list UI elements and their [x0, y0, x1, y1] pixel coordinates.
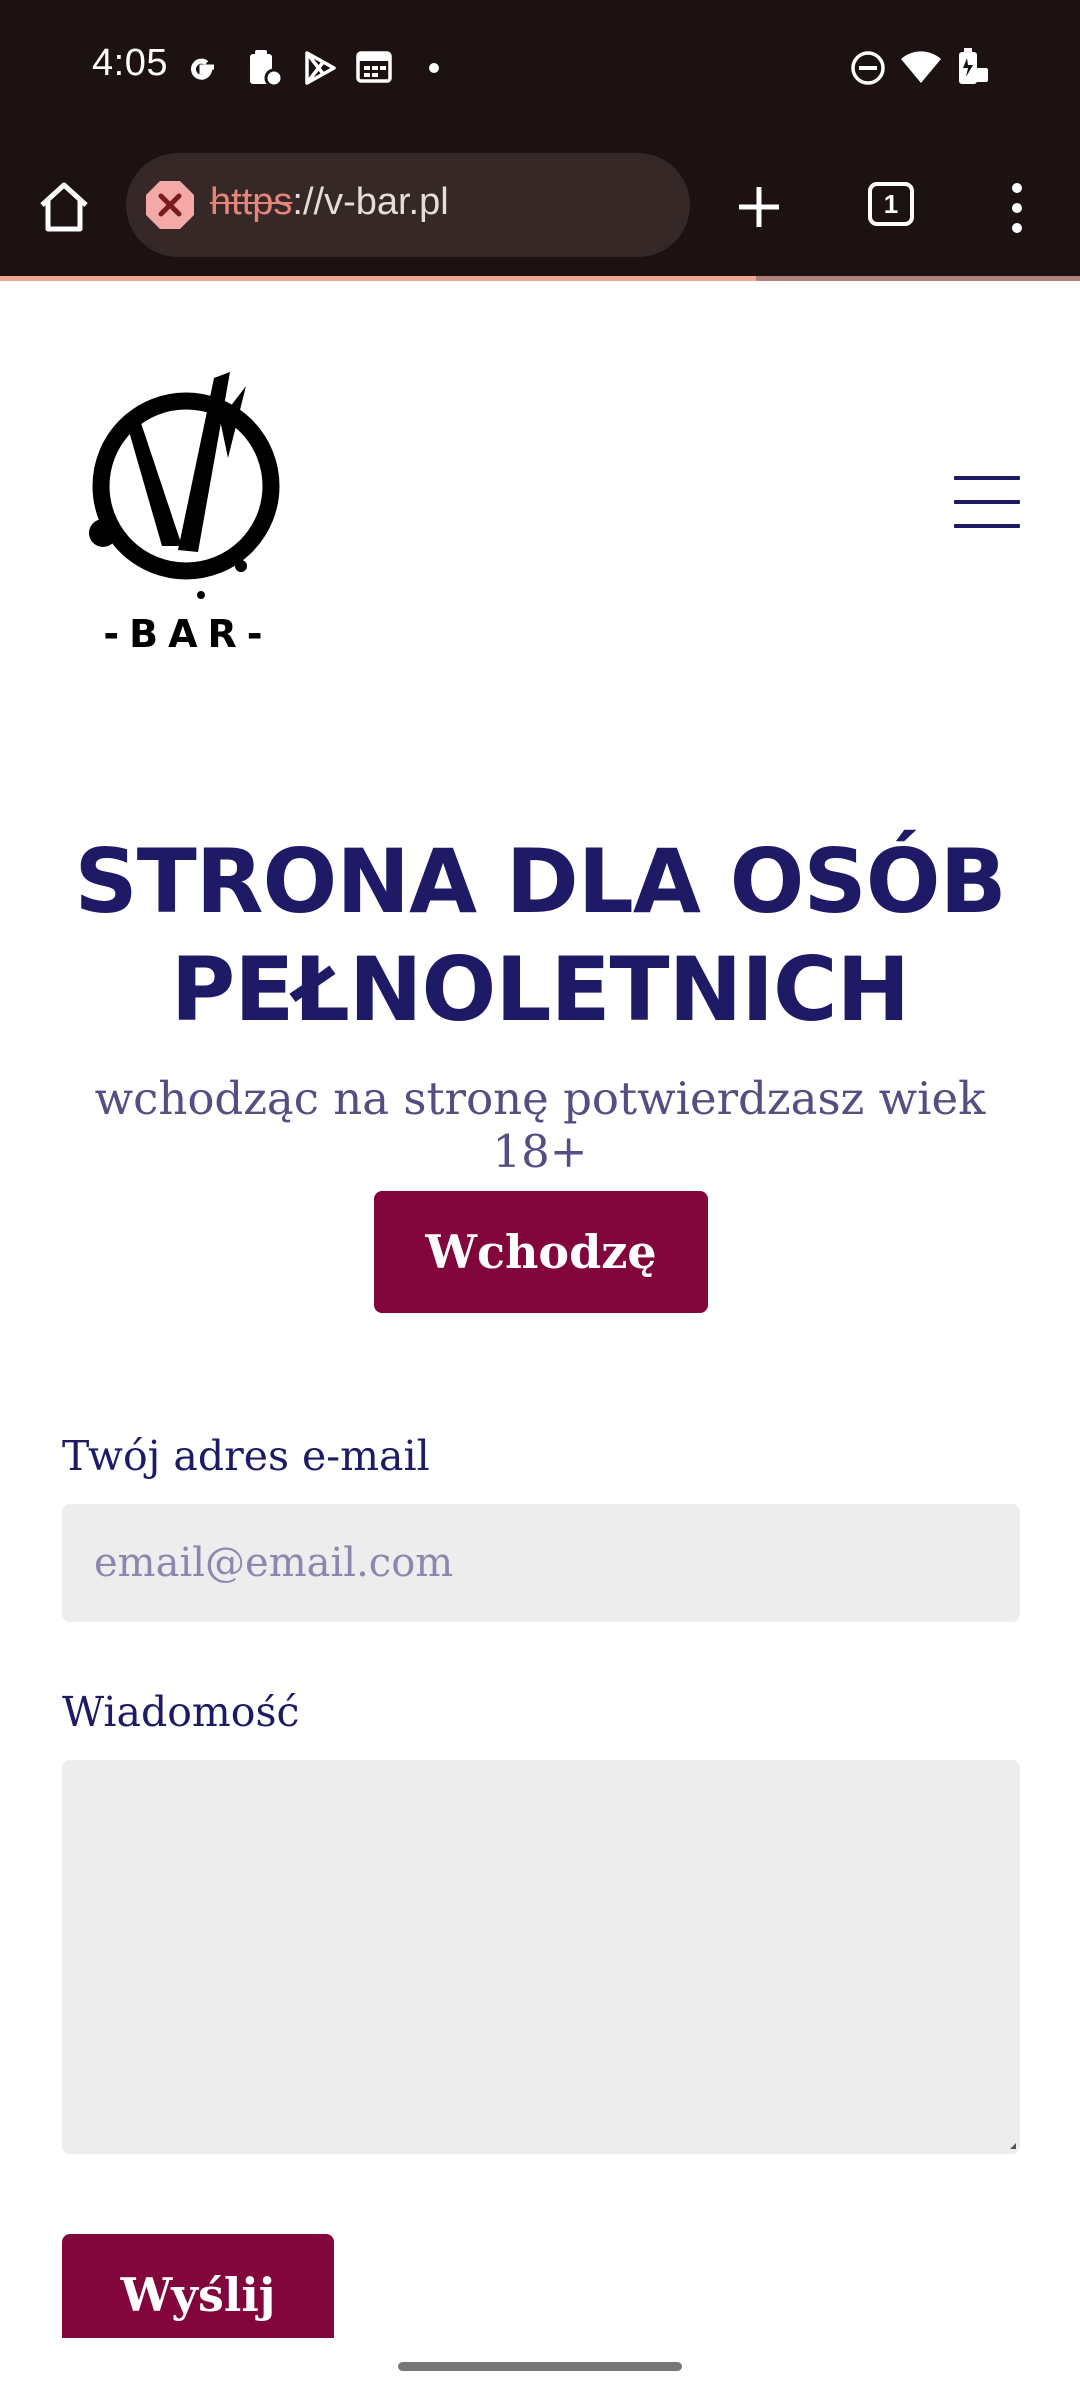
- message-label: Wiadomość: [62, 1688, 300, 1736]
- status-bar: 4:05: [0, 0, 1080, 140]
- page-load-progress-fill: [0, 276, 756, 281]
- battery-icon: [959, 48, 988, 84]
- play-store-icon: [305, 51, 336, 85]
- url-host: ://v-bar.pl: [292, 181, 449, 223]
- logo-text: -BAR-: [103, 612, 272, 655]
- email-field[interactable]: [62, 1504, 1020, 1622]
- tab-switcher-button[interactable]: 1: [868, 182, 914, 226]
- page-load-progress: [0, 276, 1080, 281]
- wifi-icon: [901, 51, 941, 83]
- more-menu-icon[interactable]: [1008, 180, 1026, 236]
- send-button[interactable]: Wyślij: [62, 2234, 334, 2338]
- status-time: 4:05: [92, 42, 168, 84]
- url-scheme: https: [210, 181, 293, 223]
- new-tab-icon[interactable]: [736, 184, 782, 230]
- calendar-icon: [356, 51, 392, 83]
- age-notice: wchodząc na stronę potwierdzasz wiek 18+: [94, 1072, 986, 1178]
- message-textarea[interactable]: [62, 1760, 1020, 2154]
- google-icon: [191, 58, 214, 80]
- home-indicator[interactable]: [398, 2362, 682, 2371]
- url-text[interactable]: https://v-bar.pl: [210, 181, 449, 224]
- resize-grip-icon[interactable]: [1010, 2143, 1016, 2149]
- home-icon[interactable]: [36, 180, 92, 234]
- do-not-disturb-icon: [851, 51, 885, 85]
- not-secure-icon[interactable]: [144, 179, 196, 231]
- clipboard-icon: [250, 50, 282, 88]
- enter-button[interactable]: Wchodzę: [374, 1191, 708, 1313]
- menu-hamburger-icon[interactable]: [954, 476, 1020, 528]
- gesture-bar: [0, 2338, 1080, 2400]
- email-label: Twój adres e-mail: [62, 1432, 430, 1480]
- v-bar-logo[interactable]: -BAR-: [78, 350, 298, 655]
- address-bar[interactable]: https://v-bar.pl: [126, 153, 690, 257]
- dot-icon: [429, 63, 439, 73]
- page-headline: STRONA DLA OSÓB PEŁNOLETNICH: [74, 830, 1006, 1041]
- browser-toolbar: https://v-bar.pl 1: [0, 140, 1080, 278]
